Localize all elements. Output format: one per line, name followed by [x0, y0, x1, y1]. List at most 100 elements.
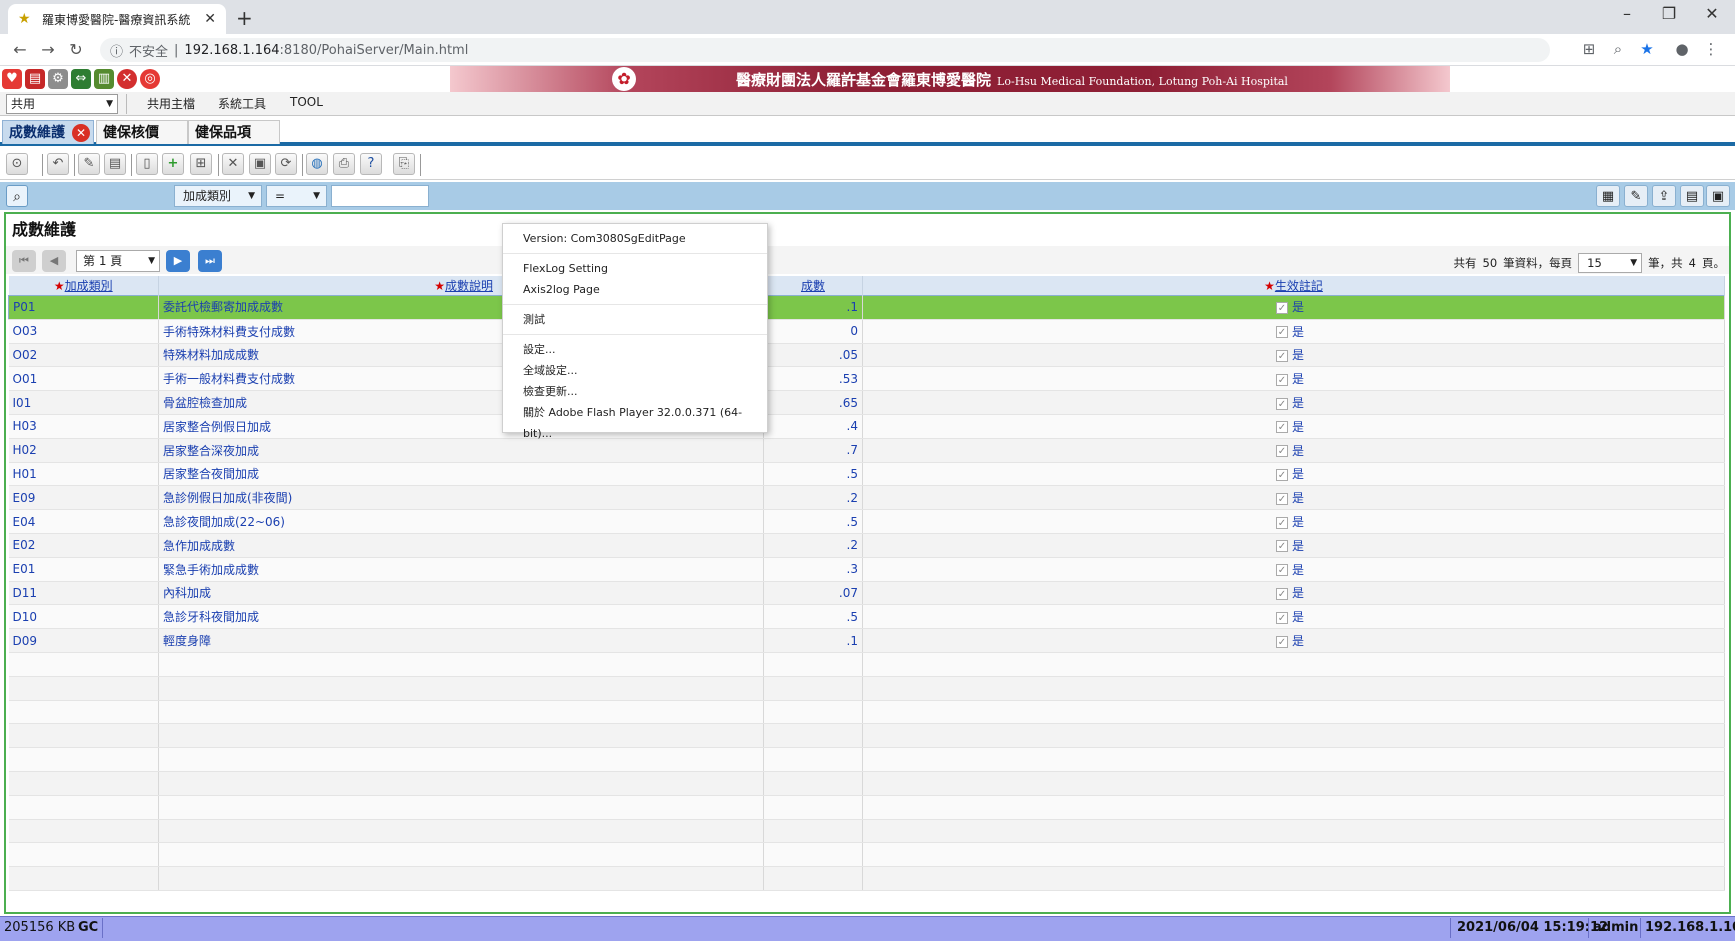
row-description[interactable]: 急作加成成數: [158, 533, 764, 558]
first-page-icon[interactable]: ⏮: [12, 250, 36, 272]
close-tab-icon[interactable]: ✕: [72, 124, 90, 142]
tab-nhi-items[interactable]: 健保品項: [188, 120, 280, 144]
row-code[interactable]: D10: [8, 604, 159, 630]
close-tab-icon[interactable]: ✕: [204, 11, 216, 27]
module-select[interactable]: 共用 ▼: [6, 94, 118, 114]
edit-icon[interactable]: ✎: [78, 153, 100, 175]
profile-icon[interactable]: ●: [1671, 40, 1693, 58]
row-rate[interactable]: .53: [763, 366, 863, 392]
reload-icon[interactable]: ↻: [64, 40, 88, 59]
layout-icon[interactable]: ▦: [1596, 185, 1620, 207]
row-rate[interactable]: 0: [763, 319, 863, 344]
active-checkbox[interactable]: ✓: [1276, 611, 1288, 624]
active-checkbox[interactable]: ✓: [1276, 540, 1288, 553]
prev-page-icon[interactable]: ◀: [42, 250, 66, 272]
add-icon[interactable]: +: [162, 153, 184, 175]
table-row[interactable]: E09 急診例假日加成(非夜間) .2 ✓ 是: [8, 485, 1725, 511]
table-row[interactable]: P01 委託代檢郵寄加成成數 .1 ✓ 是: [8, 295, 1725, 320]
active-checkbox[interactable]: ✓: [1276, 373, 1288, 386]
info-icon[interactable]: ⓘ: [110, 41, 123, 60]
heart-icon[interactable]: ♥: [2, 69, 22, 89]
help-icon[interactable]: ?: [360, 153, 382, 175]
active-checkbox[interactable]: ✓: [1276, 468, 1288, 481]
minimize-icon[interactable]: –: [1604, 4, 1650, 23]
active-checkbox[interactable]: ✓: [1276, 421, 1288, 434]
table-row[interactable]: H03 居家整合例假日加成 .4 ✓ 是: [8, 414, 1725, 439]
row-code[interactable]: E01: [8, 557, 159, 582]
table-row[interactable]: D09 輕度身障 .1 ✓ 是: [8, 628, 1725, 653]
row-rate[interactable]: .5: [763, 462, 863, 487]
row-description[interactable]: 居家整合深夜加成: [158, 438, 764, 463]
close-circle-icon[interactable]: ✕: [117, 69, 137, 89]
active-checkbox[interactable]: ✓: [1276, 635, 1288, 648]
active-checkbox[interactable]: ✓: [1276, 492, 1288, 505]
menu-system-tools[interactable]: 系統工具: [218, 95, 266, 112]
menu-dots-icon[interactable]: ⋮: [1700, 40, 1722, 58]
row-rate[interactable]: .5: [763, 604, 863, 630]
new-tab-icon[interactable]: +: [236, 6, 253, 30]
table-row[interactable]: I01 骨盆腔檢查加成 .65 ✓ 是: [8, 390, 1725, 415]
ctx-global-settings[interactable]: 全域設定...: [503, 360, 767, 381]
menu-common-master[interactable]: 共用主檔: [147, 95, 195, 112]
table-icon[interactable]: ▤: [1680, 185, 1704, 207]
row-rate[interactable]: .3: [763, 557, 863, 582]
save-disk-icon[interactable]: ▣: [1706, 185, 1730, 207]
translate-icon[interactable]: ⊞: [1578, 40, 1600, 58]
column-header-rate[interactable]: 成數: [763, 276, 863, 296]
gear-icon[interactable]: ⚙: [48, 69, 68, 89]
row-rate[interactable]: .2: [763, 485, 863, 511]
search-icon[interactable]: ⌕: [6, 185, 28, 207]
browser-tab[interactable]: ★ 羅東博愛醫院-醫療資訊系統 ✕: [8, 4, 226, 34]
row-description[interactable]: 內科加成: [158, 581, 764, 606]
refresh-icon[interactable]: ⟳: [275, 153, 297, 175]
active-checkbox[interactable]: ✓: [1276, 587, 1288, 600]
row-code[interactable]: H01: [8, 462, 159, 487]
active-checkbox[interactable]: ✓: [1276, 445, 1288, 458]
last-page-icon[interactable]: ⏭: [198, 250, 222, 272]
row-code[interactable]: O01: [8, 366, 159, 392]
table-row[interactable]: O03 手術特殊材料費支付成數 0 ✓ 是: [8, 319, 1725, 344]
chart-icon[interactable]: ▥: [94, 69, 114, 89]
row-rate[interactable]: .5: [763, 509, 863, 534]
search-operator-select[interactable]: = ▼: [266, 185, 327, 207]
bookmark-star-icon[interactable]: ★: [1636, 40, 1658, 58]
search-value-input[interactable]: [331, 185, 429, 207]
table-row[interactable]: D11 內科加成 .07 ✓ 是: [8, 581, 1725, 606]
column-header-active[interactable]: ★生效註記: [862, 276, 1725, 296]
row-code[interactable]: O02: [8, 343, 159, 368]
table-row[interactable]: E01 緊急手術加成成數 .3 ✓ 是: [8, 557, 1725, 582]
row-rate[interactable]: .7: [763, 438, 863, 463]
lifebuoy-icon[interactable]: ◎: [140, 69, 160, 89]
back-icon[interactable]: ←: [8, 40, 32, 59]
table-row[interactable]: O02 特殊材料加成成數 .05 ✓ 是: [8, 343, 1725, 368]
address-bar[interactable]: ⓘ 不安全 | 192.168.1.164:8180/PohaiServer/M…: [100, 38, 1550, 62]
close-window-icon[interactable]: ✕: [1689, 4, 1735, 23]
row-code[interactable]: E04: [8, 509, 159, 534]
gc-button[interactable]: GC: [78, 918, 98, 938]
row-code[interactable]: E09: [8, 485, 159, 511]
active-checkbox[interactable]: ✓: [1276, 397, 1288, 410]
row-rate[interactable]: .1: [763, 295, 863, 320]
row-code[interactable]: D11: [8, 581, 159, 606]
tab-nhi-pricing[interactable]: 健保核價: [96, 120, 188, 144]
table-row[interactable]: D10 急診牙科夜間加成 .5 ✓ 是: [8, 604, 1725, 630]
print-icon[interactable]: ⎙: [333, 153, 355, 175]
row-code[interactable]: H03: [8, 414, 159, 439]
column-header-category[interactable]: ★加成類別: [8, 276, 159, 296]
row-rate[interactable]: .65: [763, 390, 863, 415]
page-select[interactable]: 第 1 頁 ▼: [76, 250, 160, 272]
delete-icon[interactable]: ✕: [222, 153, 244, 175]
active-checkbox[interactable]: ✓: [1276, 564, 1288, 577]
row-rate[interactable]: .4: [763, 414, 863, 439]
ctx-axis2log-page[interactable]: Axis2log Page: [503, 279, 767, 300]
brush-icon[interactable]: ✎: [1624, 185, 1648, 207]
export-icon[interactable]: ⎘: [393, 153, 415, 175]
table-row[interactable]: H02 居家整合深夜加成 .7 ✓ 是: [8, 438, 1725, 463]
table-row[interactable]: E04 急診夜間加成(22~06) .5 ✓ 是: [8, 509, 1725, 534]
row-description[interactable]: 居家整合夜間加成: [158, 462, 764, 487]
row-code[interactable]: O03: [8, 319, 159, 344]
query-icon[interactable]: ⊙: [6, 153, 28, 175]
ctx-flexlog-setting[interactable]: FlexLog Setting: [503, 258, 767, 279]
row-rate[interactable]: .1: [763, 628, 863, 653]
book-icon[interactable]: ▤: [25, 69, 45, 89]
